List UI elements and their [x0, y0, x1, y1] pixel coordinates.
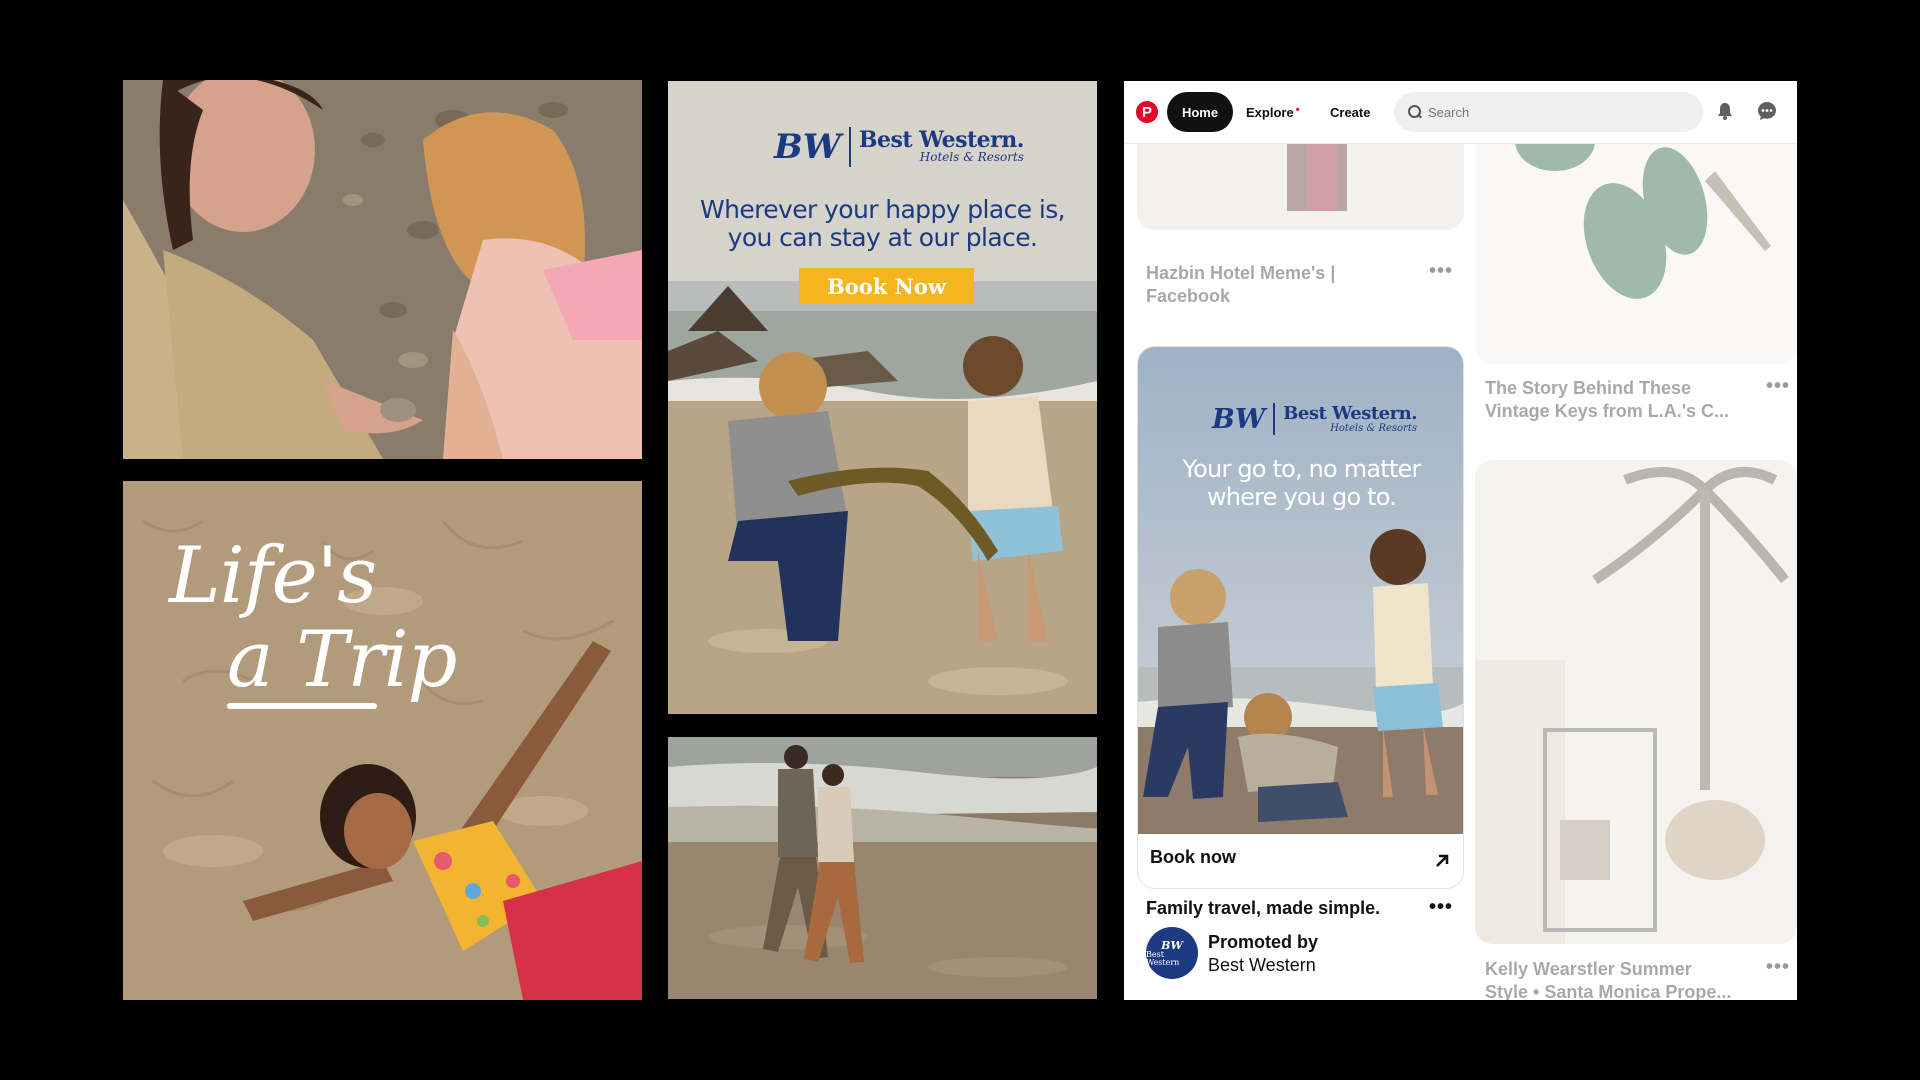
best-western-logo: BW Best Western. Hotels & Resorts	[774, 127, 1024, 167]
brand-name: Best Western.	[1283, 402, 1417, 424]
logo-divider	[1273, 403, 1276, 435]
promoted-pin-headline: Your go to, no matter where you go to.	[1138, 455, 1463, 511]
pinterest-top-bar: P Home Explore • Create	[1124, 81, 1797, 144]
logo-divider	[848, 127, 851, 167]
pin-title-line-2: Facebook	[1146, 286, 1231, 306]
ad-headline-line-1: Wherever your happy place is,	[700, 195, 1066, 224]
bw-logo-mark: BW	[1212, 403, 1266, 435]
brand-subtitle: Hotels & Resorts	[1330, 422, 1417, 434]
pin-image[interactable]	[1475, 460, 1797, 944]
promoted-by: Promoted by Best Western	[1208, 931, 1318, 977]
more-options-icon[interactable]: •••	[1429, 261, 1453, 281]
wordmark-line-1: Life's	[169, 531, 377, 621]
pin-title: Hazbin Hotel Meme's | Facebook	[1146, 262, 1335, 308]
avatar-subtitle: Best Western	[1146, 949, 1180, 967]
promoted-pin-title[interactable]: Family travel, made simple.	[1146, 898, 1380, 919]
messages-icon[interactable]	[1757, 101, 1777, 121]
nav-explore-label: Explore	[1246, 105, 1294, 120]
more-options-icon[interactable]: •••	[1766, 957, 1790, 977]
more-options-icon[interactable]: •••	[1429, 897, 1453, 917]
pin-title-line-1: Hazbin Hotel Meme's |	[1146, 263, 1336, 283]
pinterest-logo-icon[interactable]: P	[1136, 101, 1158, 123]
pin-title-line-1: Kelly Wearstler Summer	[1485, 959, 1692, 979]
avatar-logo-mark: BW	[1161, 938, 1183, 952]
best-western-display-ad: BW Best Western. Hotels & Resorts Wherev…	[668, 81, 1097, 714]
pin-title-line-2: Style • Santa Monica Prope...	[1485, 982, 1732, 1000]
promoted-headline-line-1: Your go to, no matter	[1182, 455, 1421, 483]
bw-logo-mark: BW	[774, 127, 841, 167]
notification-dot: •	[1295, 104, 1300, 116]
photo-mother-daughter-beach	[123, 80, 642, 459]
pinterest-home-feed: P Home Explore• Create Hazbin Hotel Meme…	[1124, 81, 1797, 1000]
wordmark-underline	[227, 703, 377, 709]
pin-title: The Story Behind These Vintage Keys from…	[1485, 377, 1729, 423]
search-bar[interactable]	[1394, 92, 1703, 132]
nav-create-tab[interactable]: Create	[1330, 105, 1370, 120]
promoted-headline-line-2: where you go to.	[1206, 483, 1397, 511]
wordmark-line-2: a Trip	[227, 615, 457, 705]
bell-icon[interactable]	[1717, 102, 1733, 120]
external-link-arrow-icon[interactable]	[1433, 852, 1451, 870]
nav-home-tab[interactable]: Home	[1167, 92, 1233, 132]
nav-explore-tab[interactable]: Explore •	[1246, 104, 1300, 120]
advertiser-avatar[interactable]: BW Best Western	[1146, 927, 1198, 979]
more-options-icon[interactable]: •••	[1766, 376, 1790, 396]
pin-title: Kelly Wearstler Summer Style • Santa Mon…	[1485, 958, 1731, 1000]
search-icon	[1408, 105, 1422, 119]
brand-subtitle: Hotels & Resorts	[919, 150, 1024, 165]
pin-title-line-1: The Story Behind These	[1485, 378, 1692, 398]
lifes-a-trip-wordmark: Life's a Trip	[169, 531, 457, 709]
photo-couple-walking-beach	[668, 737, 1097, 999]
ad-headline-line-2: you can stay at our place.	[727, 223, 1038, 252]
book-now-link[interactable]: Book now	[1150, 847, 1236, 868]
advertiser-name[interactable]: Best Western	[1208, 954, 1318, 977]
promoted-pin-card[interactable]: BW Best Western. Hotels & Resorts Your g…	[1137, 346, 1464, 889]
ad-headline: Wherever your happy place is, you can st…	[668, 196, 1097, 252]
book-now-button[interactable]: Book Now	[799, 268, 974, 304]
photo-girl-sand-angel: Life's a Trip	[123, 481, 642, 1000]
promoted-pin-image[interactable]: BW Best Western. Hotels & Resorts Your g…	[1138, 347, 1463, 834]
promoted-by-label: Promoted by	[1208, 932, 1319, 952]
pin-title-line-2: Vintage Keys from L.A.'s C...	[1485, 401, 1730, 421]
best-western-logo: BW Best Western. Hotels & Resorts	[1212, 403, 1417, 435]
search-input[interactable]	[1428, 104, 1688, 120]
brand-name: Best Western.	[858, 127, 1025, 154]
